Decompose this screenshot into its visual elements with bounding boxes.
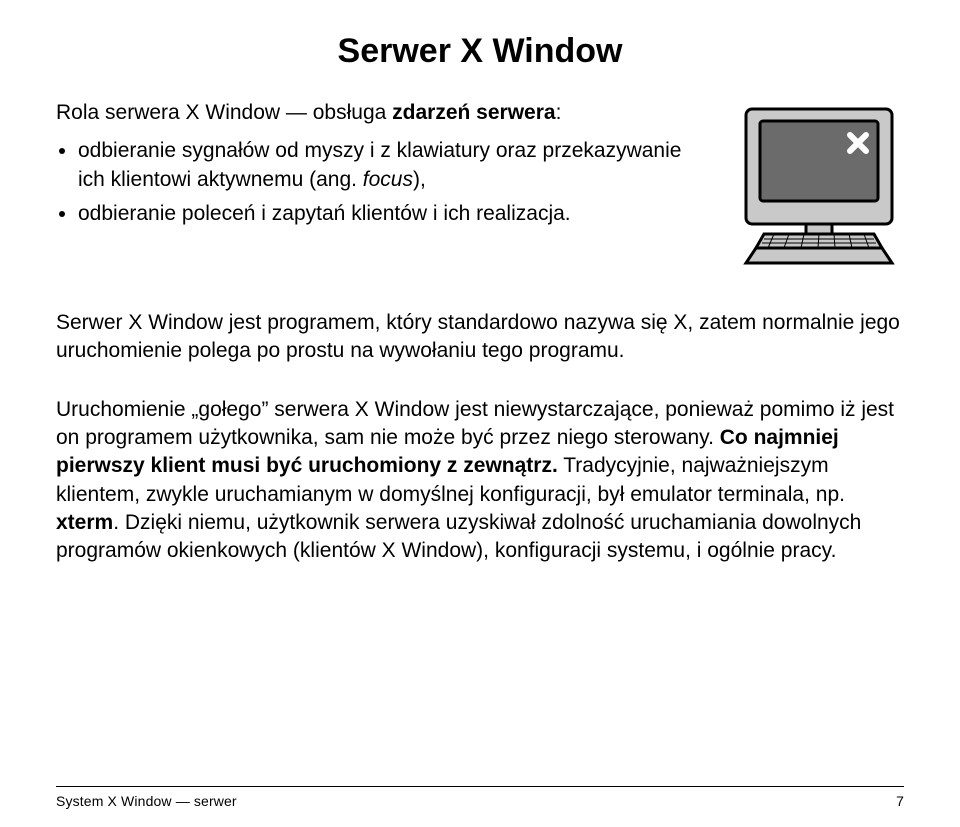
paragraph-2: Uruchomienie „gołego” serwera X Window j… (56, 396, 904, 566)
intro-text: Rola serwera X Window — obsługa zdarzeń … (56, 99, 710, 234)
page-number: 7 (896, 793, 904, 809)
footer-left: System X Window — serwer (56, 793, 237, 809)
intro-block: Rola serwera X Window — obsługa zdarzeń … (56, 99, 904, 273)
role-bold: zdarzeń serwera (392, 101, 555, 124)
computer-icon (734, 103, 904, 273)
para2-e: . Dzięki niemu, użytkownik serwera uzysk… (56, 511, 861, 562)
role-suffix: : (556, 101, 562, 124)
footer: System X Window — serwer 7 (56, 787, 904, 809)
role-prefix: Rola serwera X Window — obsługa (56, 101, 392, 124)
footer-block: System X Window — serwer 7 (56, 786, 904, 809)
role-line: Rola serwera X Window — obsługa zdarzeń … (56, 99, 710, 127)
page: Serwer X Window Rola serwera X Window — … (0, 0, 960, 827)
bullet-text-pre: odbieranie poleceń i zapytań klientów i … (78, 202, 571, 225)
list-item: odbieranie poleceń i zapytań klientów i … (78, 200, 710, 228)
para2-d: xterm (56, 511, 113, 534)
bullet-text-post: ), (413, 168, 426, 191)
bullet-text-italic: focus (363, 168, 413, 191)
paragraph-1: Serwer X Window jest programem, który st… (56, 309, 904, 366)
bullet-list: odbieranie sygnałów od myszy i z klawiat… (56, 137, 710, 228)
list-item: odbieranie sygnałów od myszy i z klawiat… (78, 137, 710, 194)
page-title: Serwer X Window (56, 32, 904, 71)
